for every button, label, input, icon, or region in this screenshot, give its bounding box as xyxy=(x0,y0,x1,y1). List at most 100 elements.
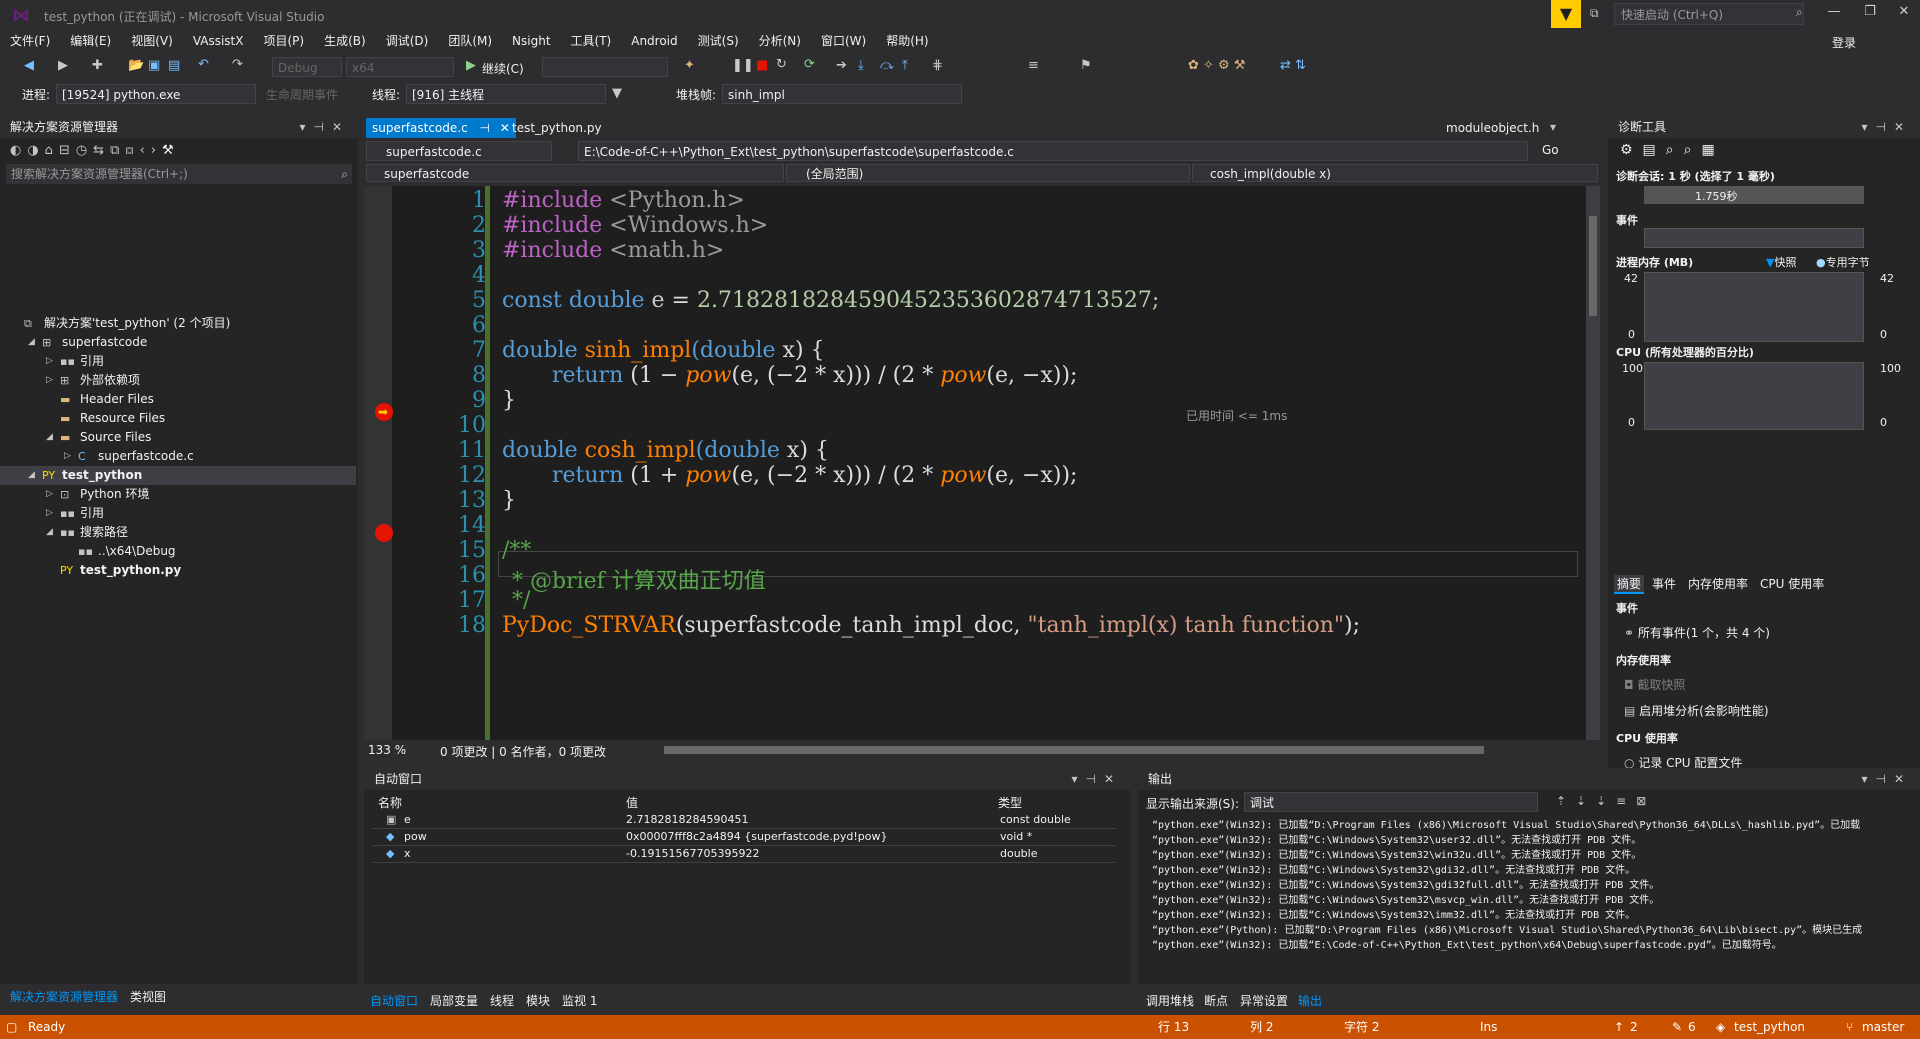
stackframe-select[interactable]: sinh_impl xyxy=(722,84,962,104)
tree-item[interactable]: ▷ ⊞ 外部依赖项 xyxy=(0,371,356,390)
tree-item[interactable]: ◢ ⊞ superfastcode xyxy=(0,333,356,352)
status-branch[interactable]: master xyxy=(1862,1015,1904,1039)
search-icon[interactable]: ⌕ xyxy=(341,164,348,184)
tab-cpu-usage[interactable]: CPU 使用率 xyxy=(1760,575,1824,592)
process-select[interactable]: [19524] python.exe xyxy=(56,84,256,104)
tree-item[interactable]: ▪▪ ..\x64\Debug xyxy=(0,542,356,561)
tab-output[interactable]: 输出 xyxy=(1298,992,1322,1009)
tab-superfastcode-c[interactable]: superfastcode.c ⊣ ✕ xyxy=(366,118,516,138)
expand-arrow-icon[interactable]: ◢ xyxy=(28,466,35,485)
platform-select[interactable]: x64 xyxy=(346,57,454,77)
save-all-icon[interactable]: ▤ xyxy=(168,58,180,73)
col-name[interactable]: 名称 xyxy=(378,794,402,811)
horizontal-scrollbar-thumb[interactable] xyxy=(664,746,1484,754)
diagnostics-toolbar-icons[interactable]: ⚙▤⌕⌕▦ xyxy=(1620,142,1725,158)
code-editor[interactable]: ➡ 1 2 3 4 5 6 7 8 9 10 11 12 13 14 15 16 17 18 #include <… xyxy=(364,186,1590,740)
status-unpushed[interactable]: 2 xyxy=(1630,1015,1638,1039)
editor-vertical-scrollbar[interactable] xyxy=(1586,186,1600,740)
tab-exception-settings[interactable]: 异常设置 xyxy=(1240,992,1288,1009)
step-over-icon[interactable]: ⤼ xyxy=(880,58,894,73)
status-repo[interactable]: test_python xyxy=(1734,1015,1805,1039)
member-select[interactable]: cosh_impl(double x) xyxy=(1192,164,1598,182)
tab-call-stack[interactable]: 调用堆栈 xyxy=(1146,992,1194,1009)
tree-item[interactable]: ◢ ▪▪ 搜索路径 xyxy=(0,523,356,542)
repo-icon[interactable]: ◈ xyxy=(1716,1015,1725,1039)
solution-search-input[interactable]: 搜索解决方案资源管理器(Ctrl+;) ⌕ xyxy=(6,164,352,184)
menu-build[interactable]: 生成(B) xyxy=(314,30,376,51)
panel-pin-close-icons[interactable]: ▾⊣✕ xyxy=(299,116,350,138)
menu-team[interactable]: 团队(M) xyxy=(438,30,502,51)
table-row[interactable]: ◆ x -0.19151567705395922 double xyxy=(372,846,1116,863)
bookmark-icon[interactable]: ⚑ xyxy=(1080,58,1092,73)
tab-locals[interactable]: 局部变量 xyxy=(430,992,478,1009)
save-icon[interactable]: ▣ xyxy=(148,58,160,73)
status-edits[interactable]: 6 xyxy=(1688,1015,1696,1039)
menu-project[interactable]: 项目(P) xyxy=(253,30,314,51)
menu-analyze[interactable]: 分析(N) xyxy=(749,30,811,51)
scrollbar-thumb[interactable] xyxy=(1589,216,1597,316)
va-tools-icon[interactable]: ⇄ ⇅ xyxy=(1280,58,1306,73)
tab-modules[interactable]: 模块 xyxy=(526,992,550,1009)
panel-pin-close-icons[interactable]: ▾⊣✕ xyxy=(1861,768,1912,790)
extension-tools-icon[interactable]: ✿ ✧ ⚙ ⚒ xyxy=(1188,58,1246,73)
hex-display-icon[interactable]: ⋕ xyxy=(932,58,943,73)
output-log[interactable]: “python.exe”(Win32): 已加载“D:\Program File… xyxy=(1152,818,1900,953)
pause-icon[interactable]: ❚❚ xyxy=(732,58,754,73)
row-value[interactable]: 2.7182818284590451 xyxy=(626,813,748,826)
tab-memory-usage[interactable]: 内存使用率 xyxy=(1688,575,1748,592)
search-icon[interactable]: ⌕ xyxy=(1796,5,1803,20)
tree-item[interactable]: ◢ PY test_python xyxy=(0,466,356,485)
show-next-statement-icon[interactable]: ➔ xyxy=(836,58,847,73)
close-icon[interactable]: ✕ xyxy=(1890,4,1918,26)
breakpoint-icon[interactable] xyxy=(375,524,393,542)
menu-android[interactable]: Android xyxy=(621,32,687,50)
tab-events[interactable]: 事件 xyxy=(1652,575,1676,592)
tab-moduleobject-h[interactable]: moduleobject.h xyxy=(1440,118,1545,138)
new-project-icon[interactable]: ✚ xyxy=(92,58,103,73)
cpu-graph[interactable] xyxy=(1644,362,1864,430)
timeline-ruler[interactable]: 1.759秒 xyxy=(1644,186,1864,204)
redo-icon[interactable]: ↷ xyxy=(232,57,243,72)
menu-tools[interactable]: 工具(T) xyxy=(561,30,622,51)
continue-button[interactable]: 继续(C) xyxy=(482,60,524,77)
tree-item[interactable]: ▬ Header Files xyxy=(0,390,356,409)
tab-watch-1[interactable]: 监视 1 xyxy=(562,992,597,1009)
branch-icon[interactable]: ⑂ xyxy=(1846,1015,1853,1039)
restore-icon[interactable]: ❐ xyxy=(1856,4,1884,26)
project-select[interactable]: superfastcode xyxy=(366,164,784,182)
table-row[interactable]: ▣ e 2.7182818284590451 const double xyxy=(372,812,1116,829)
tab-test-python-py[interactable]: test_python.py xyxy=(506,118,608,138)
output-source-select[interactable]: 调试 xyxy=(1244,792,1538,812)
events-track[interactable] xyxy=(1644,228,1864,248)
tab-overflow-icon[interactable]: ▾ xyxy=(1550,120,1556,134)
notification-filter-icon[interactable]: ▼ xyxy=(1551,0,1581,28)
menu-debug[interactable]: 调试(D) xyxy=(376,30,439,51)
flag-thread-icon[interactable]: ▼ xyxy=(612,86,622,101)
minimize-icon[interactable]: — xyxy=(1820,4,1848,26)
expand-arrow-icon[interactable]: ◢ xyxy=(28,333,35,352)
tree-item[interactable]: ⧉ 解决方案'test_python' (2 个项目) xyxy=(0,314,356,333)
tree-item[interactable]: ▷ Csuperfastcode.c xyxy=(0,447,356,466)
menu-window[interactable]: 窗口(W) xyxy=(811,30,876,51)
path-input[interactable]: E:\Code-of-C++\Python_Ext\test_python\su… xyxy=(578,141,1528,161)
stop-icon[interactable]: ■ xyxy=(756,58,768,73)
menu-help[interactable]: 帮助(H) xyxy=(876,30,938,51)
thread-select[interactable]: [916] 主线程 xyxy=(406,84,606,104)
comment-icon[interactable]: ≡ xyxy=(1028,58,1039,73)
tree-item[interactable]: ▷ ⊡ Python 环境 xyxy=(0,485,356,504)
expand-arrow-icon[interactable]: ◢ xyxy=(46,523,53,542)
expand-arrow-icon[interactable]: ▷ xyxy=(46,485,53,504)
solution-toolbar-icons[interactable]: ◐◑⌂⊟◷⇆⧉⧈‹›⚒ xyxy=(10,143,180,158)
tree-item[interactable]: ▷ ▪▪ 引用 xyxy=(0,504,356,523)
scope-select[interactable]: (全局范围) xyxy=(786,164,1190,182)
file-select[interactable]: superfastcode.c xyxy=(366,141,552,161)
refresh-icon[interactable]: ⟳ xyxy=(804,57,815,72)
config-select[interactable]: Debug xyxy=(272,57,342,77)
row-value[interactable]: 0x00007fff8c2a4894 {superfastcode.pyd!po… xyxy=(626,830,887,843)
panel-pin-close-icons[interactable]: ▾⊣✕ xyxy=(1861,116,1912,138)
breakpoint-margin[interactable] xyxy=(364,186,392,740)
perf-tip[interactable]: 已用时间 <= 1ms xyxy=(1186,407,1287,424)
expand-arrow-icon[interactable]: ◢ xyxy=(46,428,53,447)
debug-target-select[interactable] xyxy=(542,57,668,77)
menu-view[interactable]: 视图(V) xyxy=(121,30,183,51)
